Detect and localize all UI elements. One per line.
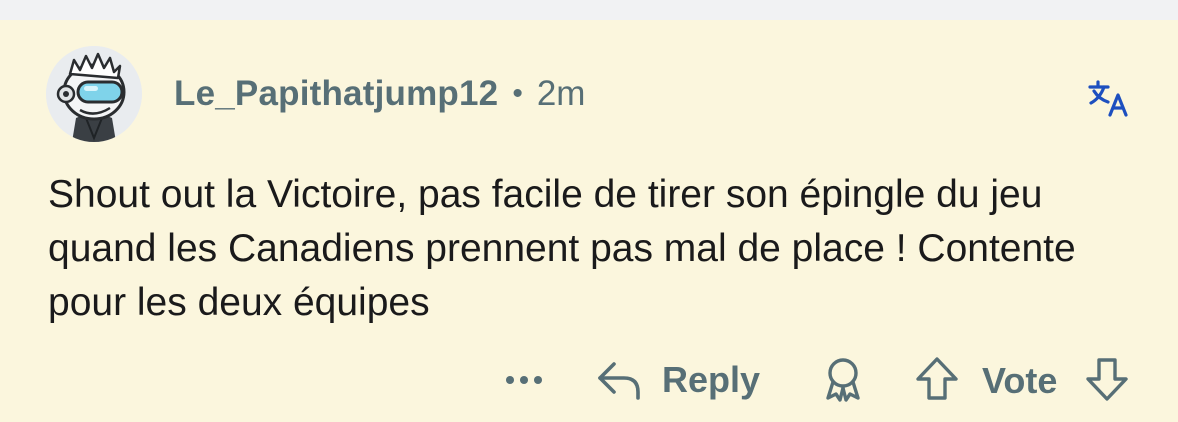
translate-icon[interactable] bbox=[1088, 78, 1130, 118]
meta-separator: • bbox=[512, 77, 523, 110]
downvote-button[interactable] bbox=[1082, 354, 1132, 404]
avatar[interactable] bbox=[46, 46, 142, 142]
username-link[interactable]: Le_Papithatjump12 bbox=[174, 74, 498, 114]
top-separator-strip bbox=[0, 0, 1178, 20]
downvote-arrow-icon bbox=[1086, 358, 1128, 401]
upvote-arrow-icon bbox=[916, 357, 958, 400]
upvote-button[interactable] bbox=[912, 354, 962, 404]
award-icon bbox=[826, 358, 860, 402]
vote-count-label: Vote bbox=[982, 360, 1058, 401]
reply-button[interactable]: Reply bbox=[596, 356, 760, 404]
comment-header: Le_Papithatjump12 • 2m bbox=[174, 72, 585, 116]
reply-label: Reply bbox=[662, 359, 761, 400]
comment-body: Shout out la Victoire, pas facile de tir… bbox=[48, 173, 1076, 324]
more-dots-icon bbox=[506, 376, 542, 384]
comment-card: Le_Papithatjump12 • 2m Shout out la Vict… bbox=[0, 20, 1178, 422]
timestamp: 2m bbox=[536, 74, 586, 113]
more-options-button[interactable] bbox=[500, 362, 548, 398]
comment-actions: Reply Vote bbox=[0, 350, 1178, 410]
award-button[interactable] bbox=[818, 354, 868, 404]
avatar-image bbox=[46, 46, 142, 142]
reply-arrow-icon bbox=[598, 362, 640, 400]
